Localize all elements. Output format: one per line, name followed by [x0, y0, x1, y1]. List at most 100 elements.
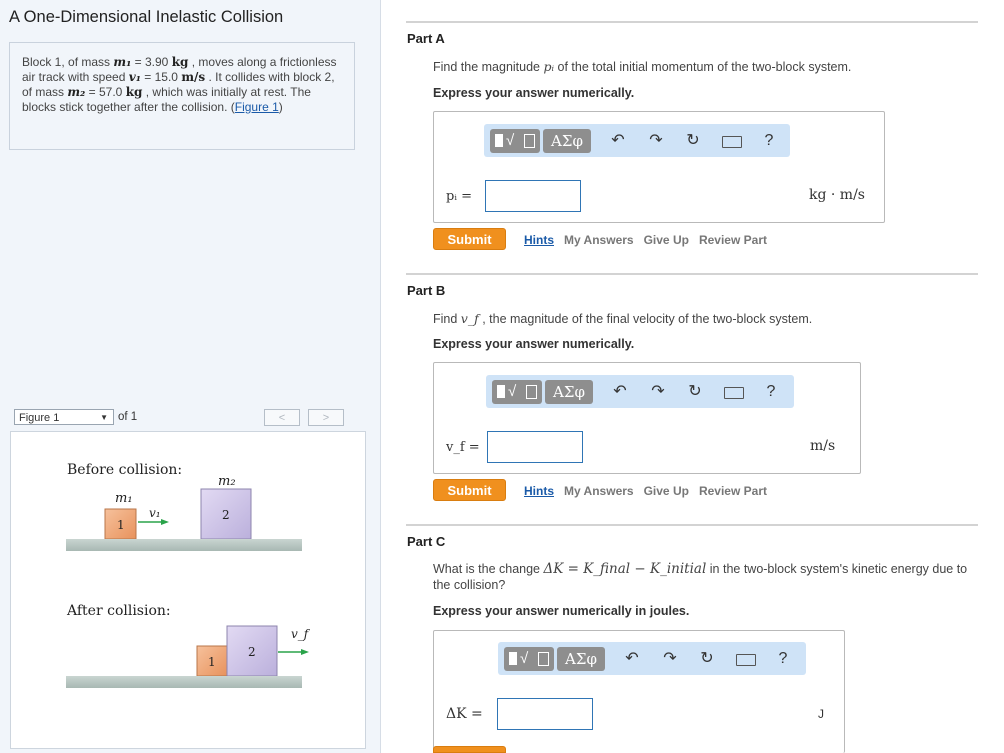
- block-1-after-label: 1: [208, 655, 216, 669]
- part-a-unit: kg · m/s: [809, 187, 865, 203]
- greek-symbols-button[interactable]: ΑΣφ: [543, 129, 591, 153]
- air-track: [66, 539, 302, 551]
- question-text: Find the magnitude: [433, 60, 544, 74]
- templates-button[interactable]: √: [504, 647, 554, 671]
- arrow-head-icon: [161, 519, 169, 525]
- fraction-icon: [509, 652, 517, 665]
- fraction-icon: [495, 134, 503, 147]
- undo-icon[interactable]: ↶: [609, 380, 631, 404]
- part-c-input[interactable]: [497, 698, 593, 730]
- greek-symbols-button[interactable]: ΑΣφ: [545, 380, 593, 404]
- help-icon[interactable]: ?: [758, 129, 780, 153]
- figure-link[interactable]: Figure 1: [235, 100, 279, 114]
- keyboard-icon[interactable]: [724, 380, 744, 404]
- air-track-after: [66, 676, 302, 688]
- redo-icon[interactable]: ↷: [645, 129, 667, 153]
- part-c-unit: J: [818, 707, 824, 721]
- math-m1: m₁: [113, 55, 132, 69]
- part-a-question: Find the magnitude pᵢ of the total initi…: [433, 59, 978, 75]
- divider: [406, 21, 978, 23]
- unit-kg: kg: [125, 85, 143, 99]
- fraction-icon: [497, 385, 505, 398]
- part-c-label: Part C: [407, 534, 446, 549]
- part-b-instruction: Express your answer numerically.: [433, 337, 635, 351]
- reset-icon[interactable]: ↻: [696, 647, 718, 671]
- before-collision-label: Before collision:: [67, 462, 182, 478]
- keyboard-icon[interactable]: [736, 647, 756, 671]
- m2-label: m₂: [218, 474, 236, 489]
- box-icon: [538, 652, 549, 666]
- review-part-link[interactable]: Review Part: [699, 233, 767, 247]
- sqrt-icon: √: [520, 650, 529, 667]
- part-c-submit-button[interactable]: [433, 746, 506, 753]
- page-title: A One-Dimensional Inelastic Collision: [9, 8, 284, 26]
- part-a-variable: pᵢ =: [446, 189, 472, 204]
- keyboard-icon[interactable]: [722, 129, 742, 153]
- prev-figure-button[interactable]: <: [264, 409, 300, 426]
- figure-panel: Before collision: m₁ v₁ m₂ 1 2 After col…: [10, 431, 366, 749]
- part-b-input[interactable]: [487, 431, 583, 463]
- figure-navigation: Figure 1 ▼ of 1 < >: [10, 407, 366, 429]
- part-c-variable: ΔK =: [446, 706, 483, 722]
- redo-icon[interactable]: ↷: [647, 380, 669, 404]
- block-2-label: 2: [222, 508, 230, 522]
- question-text: of the total initial momentum of the two…: [554, 60, 852, 74]
- review-part-link[interactable]: Review Part: [699, 484, 767, 498]
- m1-label: m₁: [115, 491, 133, 506]
- problem-text: = 15.0: [140, 70, 182, 84]
- math-delta-k: ΔK = K_final − K_initial: [543, 561, 707, 577]
- part-b-answer-box: √ ΑΣφ ↶ ↷ ↻ ? v_f = m/s: [433, 362, 861, 474]
- part-a-submit-button[interactable]: Submit: [433, 228, 506, 250]
- give-up-link[interactable]: Give Up: [644, 484, 689, 498]
- part-b-links: Hints My Answers Give Up Review Part: [524, 484, 777, 498]
- help-icon[interactable]: ?: [760, 380, 782, 404]
- block-1-label: 1: [117, 518, 125, 532]
- question-text: Find: [433, 312, 461, 326]
- hints-link[interactable]: Hints: [524, 484, 554, 498]
- right-panel: Part A Find the magnitude pᵢ of the tota…: [380, 0, 1004, 753]
- divider: [406, 524, 978, 526]
- part-b-question: Find v_f , the magnitude of the final ve…: [433, 311, 978, 327]
- next-figure-button[interactable]: >: [308, 409, 344, 426]
- math-m2: m₂: [67, 85, 86, 99]
- arrow-head-icon: [301, 649, 309, 655]
- undo-icon[interactable]: ↶: [607, 129, 629, 153]
- reset-icon[interactable]: ↻: [684, 380, 706, 404]
- math-pi: pᵢ: [543, 59, 555, 74]
- v1-label: v₁: [149, 506, 161, 520]
- redo-icon[interactable]: ↷: [659, 647, 681, 671]
- undo-icon[interactable]: ↶: [621, 647, 643, 671]
- math-vf: v_f: [460, 311, 479, 326]
- divider: [406, 273, 978, 275]
- left-panel: A One-Dimensional Inelastic Collision Bl…: [0, 0, 381, 753]
- figure-select-value: Figure 1: [19, 412, 60, 424]
- reset-icon[interactable]: ↻: [682, 129, 704, 153]
- part-c-instruction: Express your answer numerically in joule…: [433, 604, 690, 618]
- my-answers-link[interactable]: My Answers: [564, 484, 634, 498]
- question-text: What is the change: [433, 562, 544, 576]
- problem-statement: Block 1, of mass m₁ = 3.90 kg , moves al…: [9, 42, 355, 150]
- math-toolbar: √ ΑΣφ ↶ ↷ ↻ ?: [498, 642, 806, 675]
- part-a-label: Part A: [407, 31, 445, 46]
- chevron-down-icon: ▼: [100, 413, 108, 422]
- figure-select[interactable]: Figure 1 ▼: [14, 409, 114, 425]
- help-icon[interactable]: ?: [772, 647, 794, 671]
- question-text: , the magnitude of the final velocity of…: [478, 312, 813, 326]
- greek-symbols-button[interactable]: ΑΣφ: [557, 647, 605, 671]
- sqrt-icon: √: [506, 132, 515, 149]
- templates-button[interactable]: √: [490, 129, 540, 153]
- problem-text: = 57.0: [85, 85, 126, 99]
- templates-button[interactable]: √: [492, 380, 542, 404]
- hints-link[interactable]: Hints: [524, 233, 554, 247]
- after-collision-label: After collision:: [66, 603, 171, 619]
- problem-text: = 3.90: [131, 55, 172, 69]
- part-a-links: Hints My Answers Give Up Review Part: [524, 233, 777, 247]
- part-a-input[interactable]: [485, 180, 581, 212]
- vf-label: v_f: [291, 627, 311, 641]
- give-up-link[interactable]: Give Up: [644, 233, 689, 247]
- sqrt-icon: √: [508, 383, 517, 400]
- part-a-instruction: Express your answer numerically.: [433, 86, 635, 100]
- my-answers-link[interactable]: My Answers: [564, 233, 634, 247]
- part-c-question: What is the change ΔK = K_final − K_init…: [433, 561, 978, 593]
- part-b-submit-button[interactable]: Submit: [433, 479, 506, 501]
